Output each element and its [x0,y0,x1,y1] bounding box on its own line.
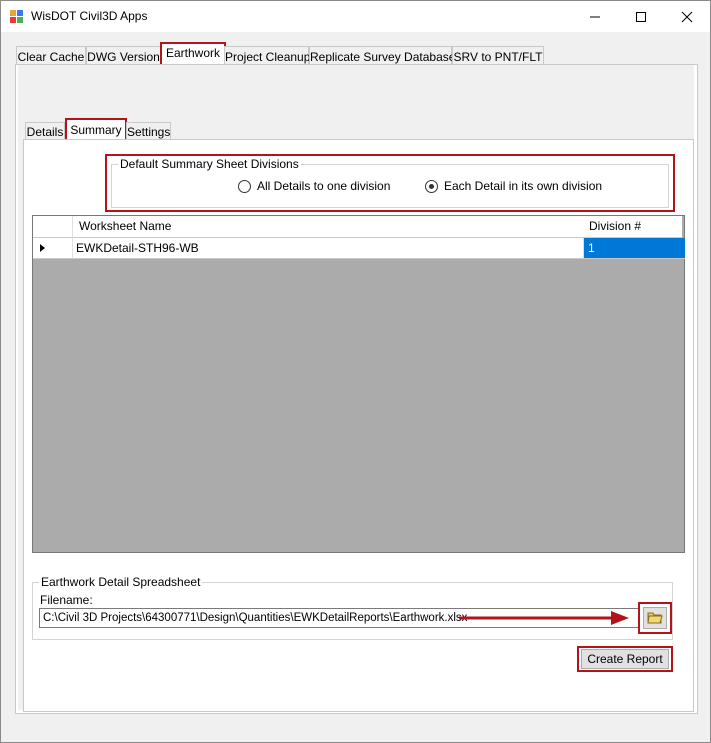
radio-selected-dot [429,183,434,189]
table-cell-division[interactable]: 1 [584,238,685,259]
close-button[interactable] [664,1,710,32]
title-bar: WisDOT Civil3D Apps [1,1,710,32]
row-selector[interactable] [33,238,73,259]
arrow-annotation-icon [459,611,629,625]
browse-button[interactable] [643,607,667,629]
minimize-icon [590,16,600,17]
folder-icon [647,612,663,624]
minimize-button[interactable] [572,1,618,32]
radio-all-details-circle[interactable] [238,179,251,193]
radio-each-detail-label: Each Detail in its own division [444,179,603,193]
window-title: WisDOT Civil3D Apps [31,9,148,23]
maximize-icon [636,11,646,22]
row-pointer-icon [40,244,45,252]
worksheet-grid[interactable]: Worksheet Name Division # EWKDetail-STH9… [32,215,685,553]
row-header-corner [33,216,73,238]
filename-label: Filename: [40,593,93,607]
app-icon [10,10,23,23]
radio-each-detail-circle[interactable] [425,179,438,193]
column-header-division[interactable]: Division # [583,216,682,238]
column-header-worksheet[interactable]: Worksheet Name [73,216,589,238]
table-cell-worksheet[interactable]: EWKDetail-STH96-WB [73,238,584,259]
spreadsheet-legend: Earthwork Detail Spreadsheet [39,575,203,589]
app-window: WisDOT Civil3D Apps Clear Cache DWG Vers… [0,0,711,743]
close-icon [681,11,693,22]
maximize-button[interactable] [618,1,664,32]
radio-each-detail[interactable]: Each Detail in its own division [425,179,602,193]
create-report-button[interactable]: Create Report [581,649,669,669]
radio-all-details-label: All Details to one division [257,179,391,193]
radio-all-details[interactable]: All Details to one division [238,179,390,193]
